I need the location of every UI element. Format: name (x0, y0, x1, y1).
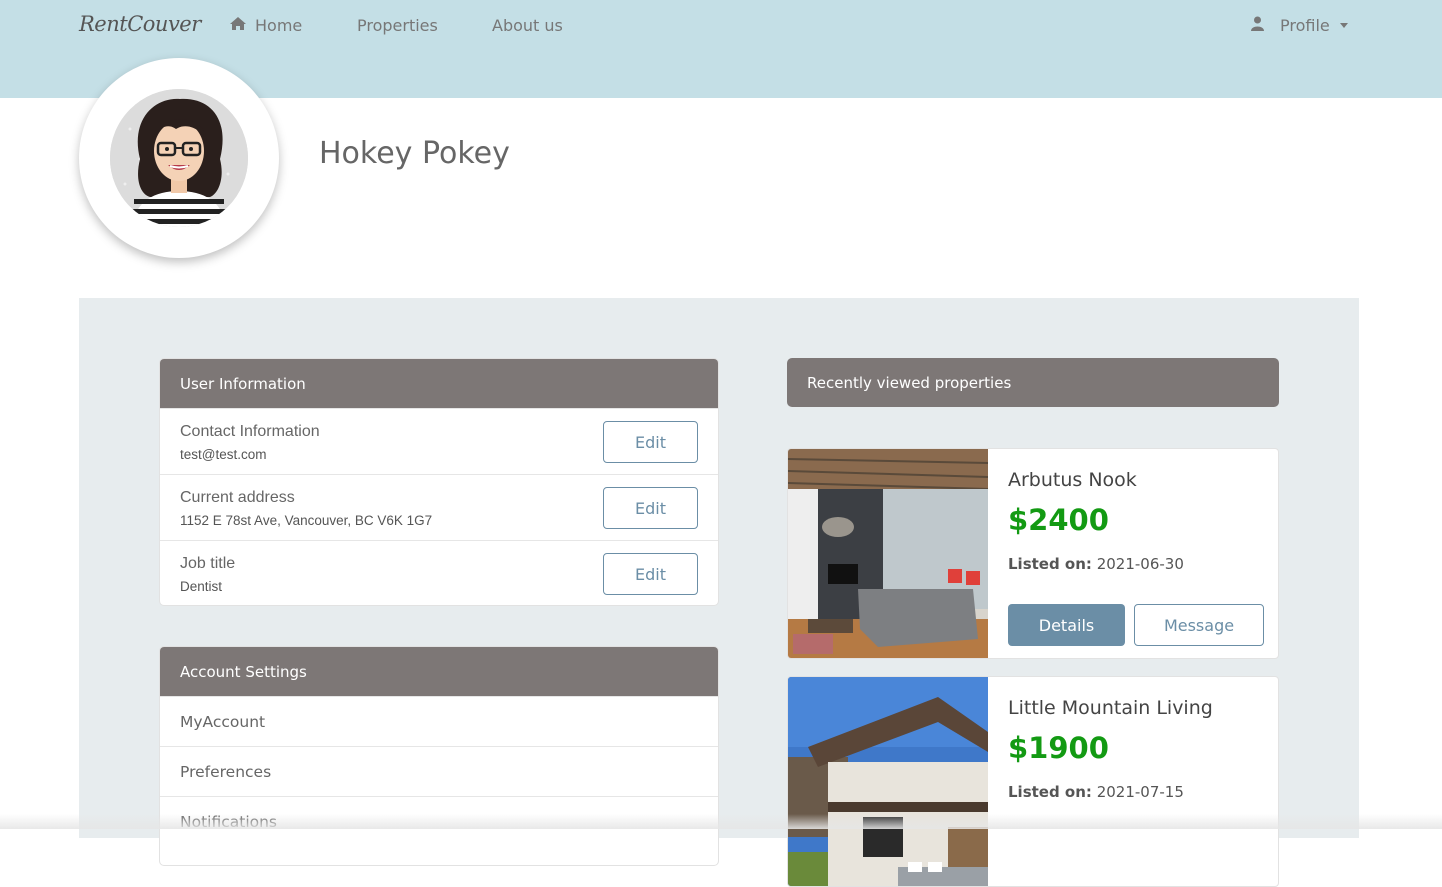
settings-item-preferences[interactable]: Preferences (160, 746, 718, 796)
nav-properties-link[interactable]: Properties (357, 16, 438, 35)
user-information-header: User Information (160, 359, 718, 408)
home-icon (229, 16, 247, 35)
property-body: Little Mountain Living $1900 Listed on: … (1008, 677, 1264, 801)
profile-dropdown[interactable]: Profile (1251, 16, 1348, 35)
avatar-frame (79, 58, 279, 258)
caret-down-icon (1339, 23, 1348, 28)
brand-logo[interactable]: RentCouver (79, 12, 201, 36)
user-name-heading: Hokey Pokey (319, 136, 510, 171)
user-icon (1251, 16, 1264, 35)
property-card: Arbutus Nook $2400 Listed on: 2021-06-30… (787, 448, 1279, 659)
nav-about-link[interactable]: About us (492, 16, 563, 35)
nav-home-label: Home (255, 16, 303, 35)
property-image[interactable] (788, 677, 988, 886)
property-image[interactable] (788, 449, 988, 658)
property-listed: Listed on: 2021-06-30 (1008, 555, 1264, 573)
info-row-contact: Contact Information test@test.com Edit (160, 408, 718, 474)
profile-label: Profile (1280, 16, 1330, 35)
listed-date: 2021-07-15 (1096, 783, 1184, 801)
account-settings-card: Account Settings MyAccount Preferences N… (159, 646, 719, 866)
listed-date: 2021-06-30 (1096, 555, 1184, 573)
nav-home-link[interactable]: Home (229, 16, 302, 35)
nav-properties-label: Properties (357, 16, 438, 35)
avatar (110, 89, 248, 227)
info-row-address: Current address 1152 E 78st Ave, Vancouv… (160, 474, 718, 540)
property-actions: Details Message (1008, 604, 1264, 646)
property-price: $1900 (1008, 731, 1109, 765)
listed-label: Listed on: (1008, 783, 1092, 801)
user-information-card: User Information Contact Information tes… (159, 358, 719, 606)
edit-job-button[interactable]: Edit (603, 553, 698, 595)
listed-label: Listed on: (1008, 555, 1092, 573)
edit-address-button[interactable]: Edit (603, 487, 698, 529)
bottom-fade (0, 814, 1442, 829)
edit-contact-button[interactable]: Edit (603, 421, 698, 463)
property-name[interactable]: Little Mountain Living (1008, 697, 1264, 719)
property-listed: Listed on: 2021-07-15 (1008, 783, 1264, 801)
info-row-job: Job title Dentist Edit (160, 540, 718, 605)
nav-about-label: About us (492, 16, 563, 35)
account-settings-header: Account Settings (160, 647, 718, 696)
property-body: Arbutus Nook $2400 Listed on: 2021-06-30… (1008, 449, 1264, 646)
property-price: $2400 (1008, 503, 1109, 537)
property-name[interactable]: Arbutus Nook (1008, 469, 1264, 491)
property-card: Little Mountain Living $1900 Listed on: … (787, 676, 1279, 887)
message-button[interactable]: Message (1134, 604, 1264, 646)
recently-viewed-header: Recently viewed properties (787, 358, 1279, 407)
settings-item-myaccount[interactable]: MyAccount (160, 696, 718, 746)
details-button[interactable]: Details (1008, 604, 1125, 646)
